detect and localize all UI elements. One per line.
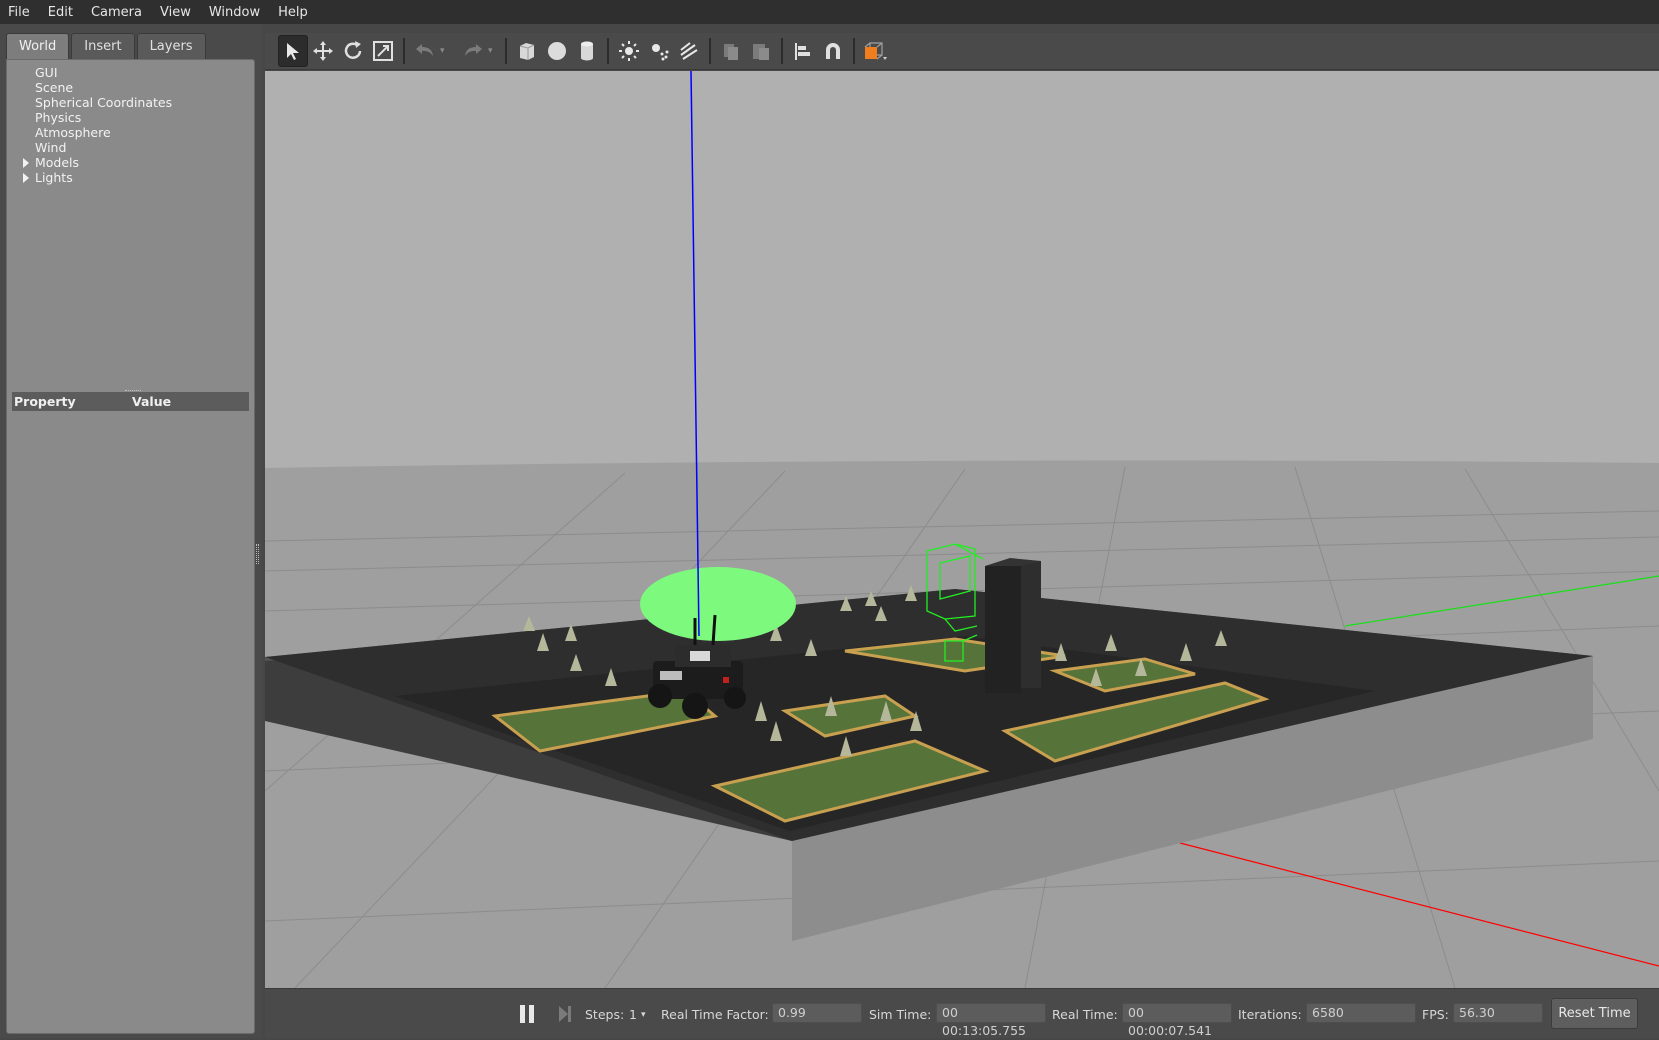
paste-icon[interactable]: [746, 35, 776, 67]
menu-edit[interactable]: Edit: [39, 5, 82, 20]
steps-dropdown-icon[interactable]: ▾: [641, 1010, 646, 1020]
menu-help[interactable]: Help: [269, 5, 317, 20]
sensor-visual: [640, 567, 796, 641]
undo-dropdown-icon[interactable]: ▾: [440, 46, 452, 56]
copy-icon[interactable]: [716, 35, 746, 67]
tab-insert[interactable]: Insert: [71, 33, 135, 59]
world-panel: GUI Scene Spherical Coordinates Physics …: [6, 59, 255, 1034]
pause-icon[interactable]: [520, 1005, 534, 1023]
iterations-field: 6580: [1306, 1003, 1416, 1023]
toolbar-separator: [853, 38, 855, 64]
tree-item-models-label: Models: [35, 155, 80, 170]
select-arrow-icon[interactable]: [278, 35, 308, 67]
traffic-light-model[interactable]: [985, 558, 1041, 693]
expand-arrow-icon[interactable]: [23, 173, 29, 183]
panel-resize-handle[interactable]: [256, 544, 259, 564]
tab-layers[interactable]: Layers: [136, 33, 206, 59]
menu-bar: File Edit Camera View Window Help: [0, 0, 1659, 24]
real-time-factor-label: Real Time Factor:: [661, 1007, 769, 1022]
toolbar-separator: [709, 38, 711, 64]
tree-item-gui[interactable]: GUI: [7, 65, 254, 80]
box-shape-icon[interactable]: [512, 35, 542, 67]
scene-render[interactable]: [265, 71, 1659, 988]
panel-tabs: World Insert Layers: [6, 33, 206, 59]
tree-item-lights[interactable]: Lights: [7, 170, 254, 185]
menu-file[interactable]: File: [0, 5, 39, 20]
tree-item-spherical-coordinates[interactable]: Spherical Coordinates: [7, 95, 254, 110]
scale-icon[interactable]: [368, 35, 398, 67]
fps-field: 56.30: [1453, 1003, 1543, 1023]
reset-time-button[interactable]: Reset Time: [1551, 998, 1638, 1029]
toolbar-separator: [403, 38, 405, 64]
spot-light-icon[interactable]: [644, 35, 674, 67]
point-light-icon[interactable]: [614, 35, 644, 67]
step-forward-icon[interactable]: [557, 1005, 573, 1023]
redo-dropdown-icon[interactable]: ▾: [488, 46, 500, 56]
menu-window[interactable]: Window: [200, 5, 269, 20]
tree-item-lights-label: Lights: [35, 170, 73, 185]
sim-time-label: Sim Time:: [869, 1007, 932, 1022]
expand-arrow-icon[interactable]: [23, 158, 29, 168]
rotate-icon[interactable]: [338, 35, 368, 67]
tree-item-wind[interactable]: Wind: [7, 140, 254, 155]
toolbar-separator: [607, 38, 609, 64]
world-tree: GUI Scene Spherical Coordinates Physics …: [7, 65, 254, 185]
steps-value[interactable]: 1: [629, 1007, 637, 1022]
undo-icon[interactable]: [410, 35, 440, 67]
sim-time-field: 00 00:13:05.755: [936, 1003, 1046, 1038]
cylinder-shape-icon[interactable]: [572, 35, 602, 67]
view-angle-icon[interactable]: [860, 35, 890, 67]
property-column-header: Property: [14, 394, 76, 409]
3d-viewport[interactable]: [265, 71, 1659, 988]
real-time-label: Real Time:: [1052, 1007, 1118, 1022]
left-panel: World Insert Layers GUI Scene Spherical …: [0, 24, 262, 1038]
iterations-label: Iterations:: [1238, 1007, 1302, 1022]
toolbar: ▾ ▾: [265, 33, 1659, 70]
menu-camera[interactable]: Camera: [82, 5, 151, 20]
redo-icon[interactable]: [458, 35, 488, 67]
toolbar-separator: [781, 38, 783, 64]
real-time-field: 00 00:00:07.541: [1122, 1003, 1232, 1038]
status-bar: Steps: 1 ▾ Real Time Factor: 0.99 Sim Ti…: [265, 988, 1659, 1038]
sphere-shape-icon[interactable]: [542, 35, 572, 67]
snap-magnet-icon[interactable]: [818, 35, 848, 67]
value-column-header: Value: [132, 394, 172, 409]
steps-label: Steps:: [585, 1007, 625, 1022]
menu-view[interactable]: View: [151, 5, 200, 20]
align-icon[interactable]: [788, 35, 818, 67]
tree-item-physics[interactable]: Physics: [7, 110, 254, 125]
tree-item-models[interactable]: Models: [7, 155, 254, 170]
tree-item-atmosphere[interactable]: Atmosphere: [7, 125, 254, 140]
directional-light-icon[interactable]: [674, 35, 704, 67]
translate-icon[interactable]: [308, 35, 338, 67]
tab-world[interactable]: World: [6, 33, 70, 59]
tree-item-scene[interactable]: Scene: [7, 80, 254, 95]
property-table-header: Property Value: [12, 392, 249, 411]
fps-label: FPS:: [1422, 1007, 1449, 1022]
real-time-factor-field: 0.99: [772, 1003, 862, 1023]
toolbar-separator: [505, 38, 507, 64]
